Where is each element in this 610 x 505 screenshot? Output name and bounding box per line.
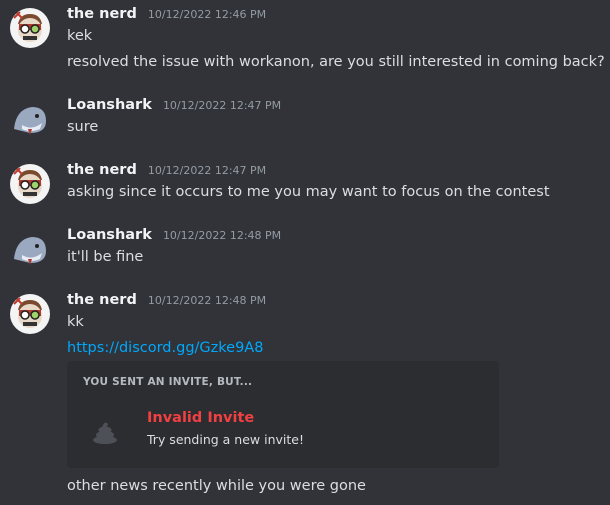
message-text: https://discord.gg/Gzke9A8 [67, 337, 263, 359]
message-header: Loanshark 10/12/2022 12:48 PM [67, 224, 281, 246]
shark-avatar-icon[interactable] [10, 229, 50, 269]
username[interactable]: Loanshark [67, 227, 152, 243]
nerd-avatar-icon[interactable] [10, 164, 50, 204]
timestamp: 10/12/2022 12:46 PM [147, 8, 267, 21]
message-text: other news recently while you were gone [67, 478, 366, 494]
message-text: sure [67, 119, 99, 135]
message-text: asking since it occurs to me you may wan… [67, 184, 550, 200]
timestamp: 10/12/2022 12:47 PM [162, 99, 282, 112]
message-header: Loanshark 10/12/2022 12:47 PM [67, 94, 281, 116]
username[interactable]: the nerd [67, 292, 137, 308]
nerd-avatar-icon[interactable] [10, 8, 50, 48]
message-header: the nerd 10/12/2022 12:47 PM [67, 159, 266, 181]
nerd-avatar-icon[interactable] [10, 294, 50, 334]
username[interactable]: Loanshark [67, 97, 152, 113]
poop-icon [89, 414, 121, 446]
invite-title: Invalid Invite [147, 410, 255, 426]
message-text: kek [67, 28, 93, 44]
timestamp: 10/12/2022 12:48 PM [147, 294, 267, 307]
message-text: it'll be fine [67, 249, 144, 265]
chat-message-list: the nerd 10/12/2022 12:46 PM kek resolve… [0, 0, 610, 505]
invite-embed: YOU SENT AN INVITE, BUT... Invalid Invit… [67, 361, 499, 468]
username[interactable]: the nerd [67, 162, 137, 178]
timestamp: 10/12/2022 12:47 PM [147, 164, 267, 177]
invite-subtitle: Try sending a new invite! [147, 432, 304, 447]
message-text: resolved the issue with workanon, are yo… [67, 54, 605, 70]
invite-link[interactable]: https://discord.gg/Gzke9A8 [67, 340, 263, 356]
invite-header: YOU SENT AN INVITE, BUT... [83, 376, 253, 388]
timestamp: 10/12/2022 12:48 PM [162, 229, 282, 242]
message-text: kk [67, 314, 84, 330]
message-header: the nerd 10/12/2022 12:48 PM [67, 289, 266, 311]
message-header: the nerd 10/12/2022 12:46 PM [67, 3, 266, 25]
shark-avatar-icon[interactable] [10, 99, 50, 139]
username[interactable]: the nerd [67, 6, 137, 22]
